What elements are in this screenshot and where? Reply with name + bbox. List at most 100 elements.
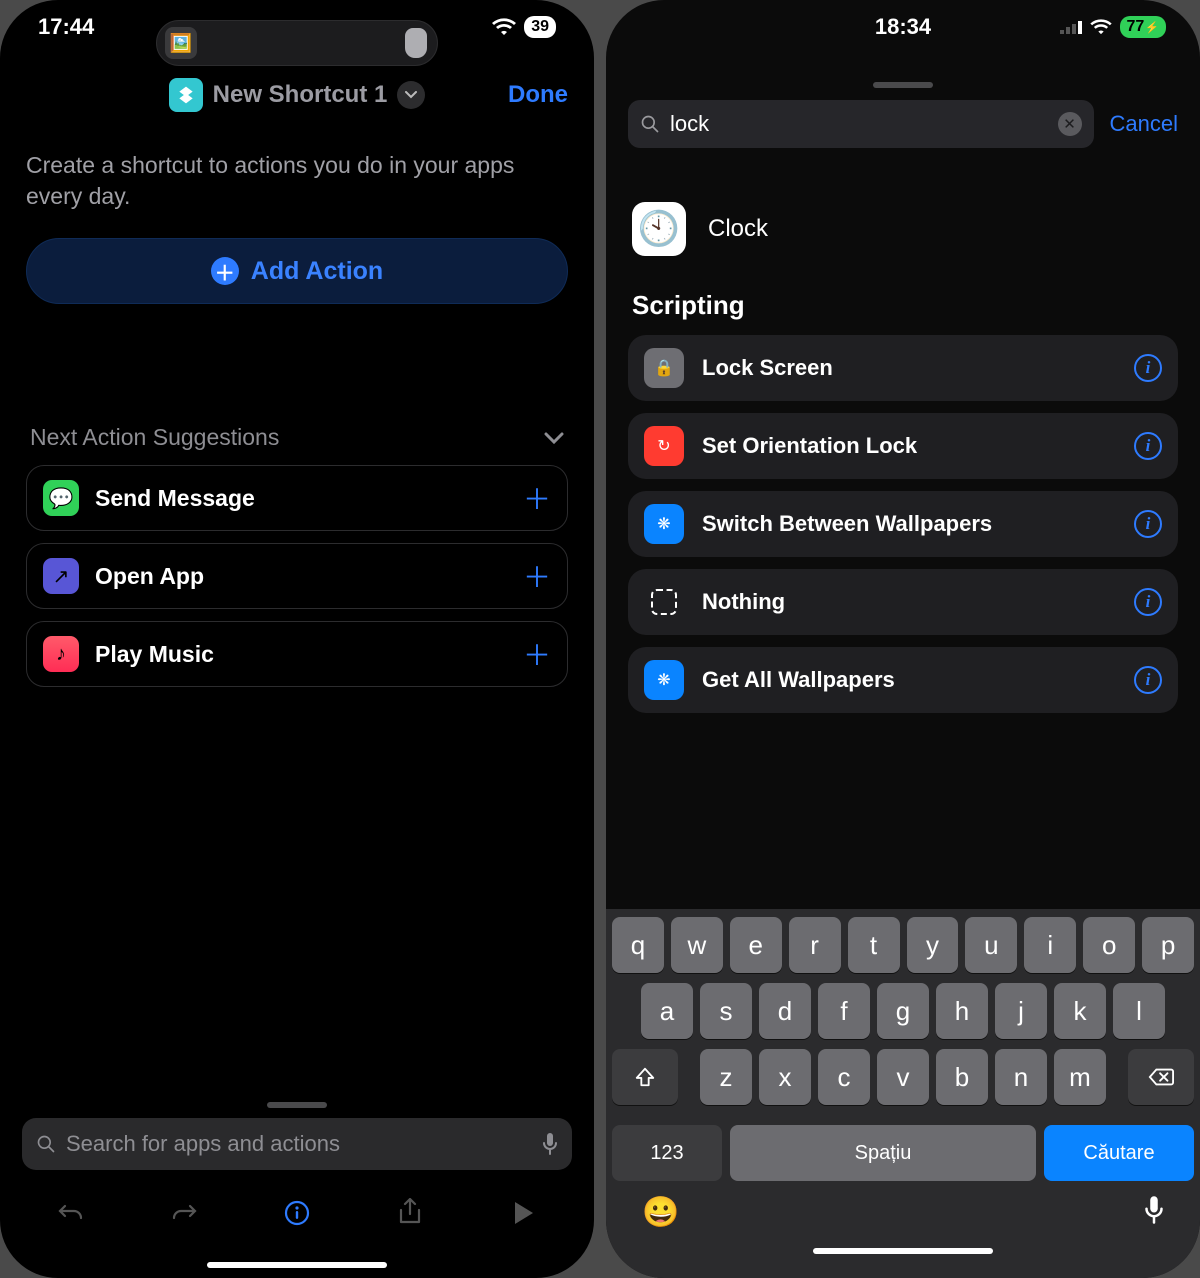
key-k[interactable]: k [1054, 983, 1106, 1039]
cancel-button[interactable]: Cancel [1110, 111, 1178, 137]
music-icon: ♪ [43, 636, 79, 672]
key-y[interactable]: y [907, 917, 959, 973]
suggestions-header[interactable]: Next Action Suggestions [0, 304, 594, 465]
shortcuts-app-icon [169, 78, 203, 112]
add-action-button[interactable]: ＋ Add Action [26, 238, 568, 304]
key-p[interactable]: p [1142, 917, 1194, 973]
battery-indicator: 39 [524, 16, 556, 38]
home-indicator[interactable] [207, 1262, 387, 1268]
add-action-label: Add Action [251, 257, 383, 286]
key-s[interactable]: s [700, 983, 752, 1039]
search-key[interactable]: Căutare [1044, 1125, 1194, 1181]
cellular-icon [1060, 20, 1082, 34]
flower-icon: ❋ [644, 660, 684, 700]
key-f[interactable]: f [818, 983, 870, 1039]
search-icon [36, 1134, 56, 1154]
info-icon[interactable]: i [1134, 354, 1162, 382]
intro-text: Create a shortcut to actions you do in y… [0, 122, 594, 230]
shift-key[interactable] [612, 1049, 678, 1105]
redo-button[interactable] [161, 1190, 207, 1236]
clock-app-icon: 🕙 [632, 202, 686, 256]
dictation-key[interactable] [1144, 1195, 1164, 1230]
key-n[interactable]: n [995, 1049, 1047, 1105]
undo-button[interactable] [48, 1190, 94, 1236]
battery-indicator: 77⚡ [1120, 16, 1167, 38]
key-j[interactable]: j [995, 983, 1047, 1039]
suggestion-music[interactable]: ♪ Play Music ＋ [26, 621, 568, 687]
action-get-all-wallpapers[interactable]: ❋Get All Wallpapersi [628, 647, 1178, 713]
action-label: Lock Screen [702, 355, 1116, 381]
info-icon[interactable]: i [1134, 588, 1162, 616]
key-t[interactable]: t [848, 917, 900, 973]
app-result-clock[interactable]: 🕙 Clock [606, 148, 1200, 284]
microphone-icon[interactable] [542, 1132, 558, 1156]
add-icon[interactable]: ＋ [523, 478, 551, 518]
suggestion-label: Play Music [95, 641, 507, 668]
numbers-key[interactable]: 123 [612, 1125, 722, 1181]
search-field[interactable]: Search for apps and actions [22, 1118, 572, 1170]
info-button[interactable] [274, 1190, 320, 1236]
search-input[interactable] [670, 111, 1048, 137]
action-switch-between-wallpapers[interactable]: ❋ Switch Between Wallpapers i [628, 491, 1178, 557]
key-a[interactable]: a [641, 983, 693, 1039]
app-result-label: Clock [708, 215, 768, 243]
key-o[interactable]: o [1083, 917, 1135, 973]
suggestion-label: Open App [95, 563, 507, 590]
action-nothing[interactable]: Nothing i [628, 569, 1178, 635]
shortcut-title[interactable]: New Shortcut 1 [213, 81, 388, 109]
key-c[interactable]: c [818, 1049, 870, 1105]
search-placeholder: Search for apps and actions [66, 1131, 532, 1157]
suggestion-messages[interactable]: 💬Send Message＋ [26, 465, 568, 531]
key-h[interactable]: h [936, 983, 988, 1039]
title-chevron-icon[interactable] [397, 81, 425, 109]
info-icon[interactable]: i [1134, 432, 1162, 460]
space-key[interactable]: Spațiu [730, 1125, 1036, 1181]
done-button[interactable]: Done [508, 81, 568, 109]
key-r[interactable]: r [789, 917, 841, 973]
add-icon[interactable]: ＋ [523, 634, 551, 674]
key-u[interactable]: u [965, 917, 1017, 973]
emoji-key[interactable]: 😀 [642, 1195, 679, 1230]
key-q[interactable]: q [612, 917, 664, 973]
key-b[interactable]: b [936, 1049, 988, 1105]
sheet-grabber[interactable] [873, 82, 933, 88]
clear-icon[interactable]: ✕ [1058, 112, 1082, 136]
editor-header: New Shortcut 1 Done [0, 54, 594, 122]
flower-icon: ❋ [644, 504, 684, 544]
home-indicator[interactable] [813, 1248, 993, 1254]
rotate-icon: ↻ [644, 426, 684, 466]
info-icon[interactable]: i [1134, 666, 1162, 694]
status-bar: 18:34 77⚡ [606, 0, 1200, 54]
key-d[interactable]: d [759, 983, 811, 1039]
key-w[interactable]: w [671, 917, 723, 973]
editor-toolbar [0, 1180, 594, 1262]
key-e[interactable]: e [730, 917, 782, 973]
action-set-orientation-lock[interactable]: ↻ Set Orientation Lock i [628, 413, 1178, 479]
suggestion-open-app[interactable]: ↗Open App＋ [26, 543, 568, 609]
suggestion-label: Send Message [95, 485, 507, 512]
search-icon [640, 114, 660, 134]
action-label: Switch Between Wallpapers [702, 511, 1116, 537]
key-l[interactable]: l [1113, 983, 1165, 1039]
sheet-grabber[interactable] [267, 1102, 327, 1108]
key-m[interactable]: m [1054, 1049, 1106, 1105]
key-v[interactable]: v [877, 1049, 929, 1105]
action-label: Nothing [702, 589, 1116, 615]
add-icon[interactable]: ＋ [523, 556, 551, 596]
key-i[interactable]: i [1024, 917, 1076, 973]
suggestions-title: Next Action Suggestions [30, 424, 279, 451]
chevron-down-icon [544, 432, 564, 444]
key-z[interactable]: z [700, 1049, 752, 1105]
action-label: Set Orientation Lock [702, 433, 1116, 459]
wifi-icon [1090, 19, 1112, 35]
info-icon[interactable]: i [1134, 510, 1162, 538]
backspace-key[interactable] [1128, 1049, 1194, 1105]
keyboard: qwertyuiop asdfghjkl zxcvbnm 123 Spațiu … [606, 909, 1200, 1278]
key-g[interactable]: g [877, 983, 929, 1039]
share-button[interactable] [387, 1190, 433, 1236]
search-field[interactable]: ✕ [628, 100, 1094, 148]
action-lock-screen[interactable]: 🔒Lock Screeni [628, 335, 1178, 401]
run-button[interactable] [500, 1190, 546, 1236]
plus-circle-icon: ＋ [211, 257, 239, 285]
key-x[interactable]: x [759, 1049, 811, 1105]
